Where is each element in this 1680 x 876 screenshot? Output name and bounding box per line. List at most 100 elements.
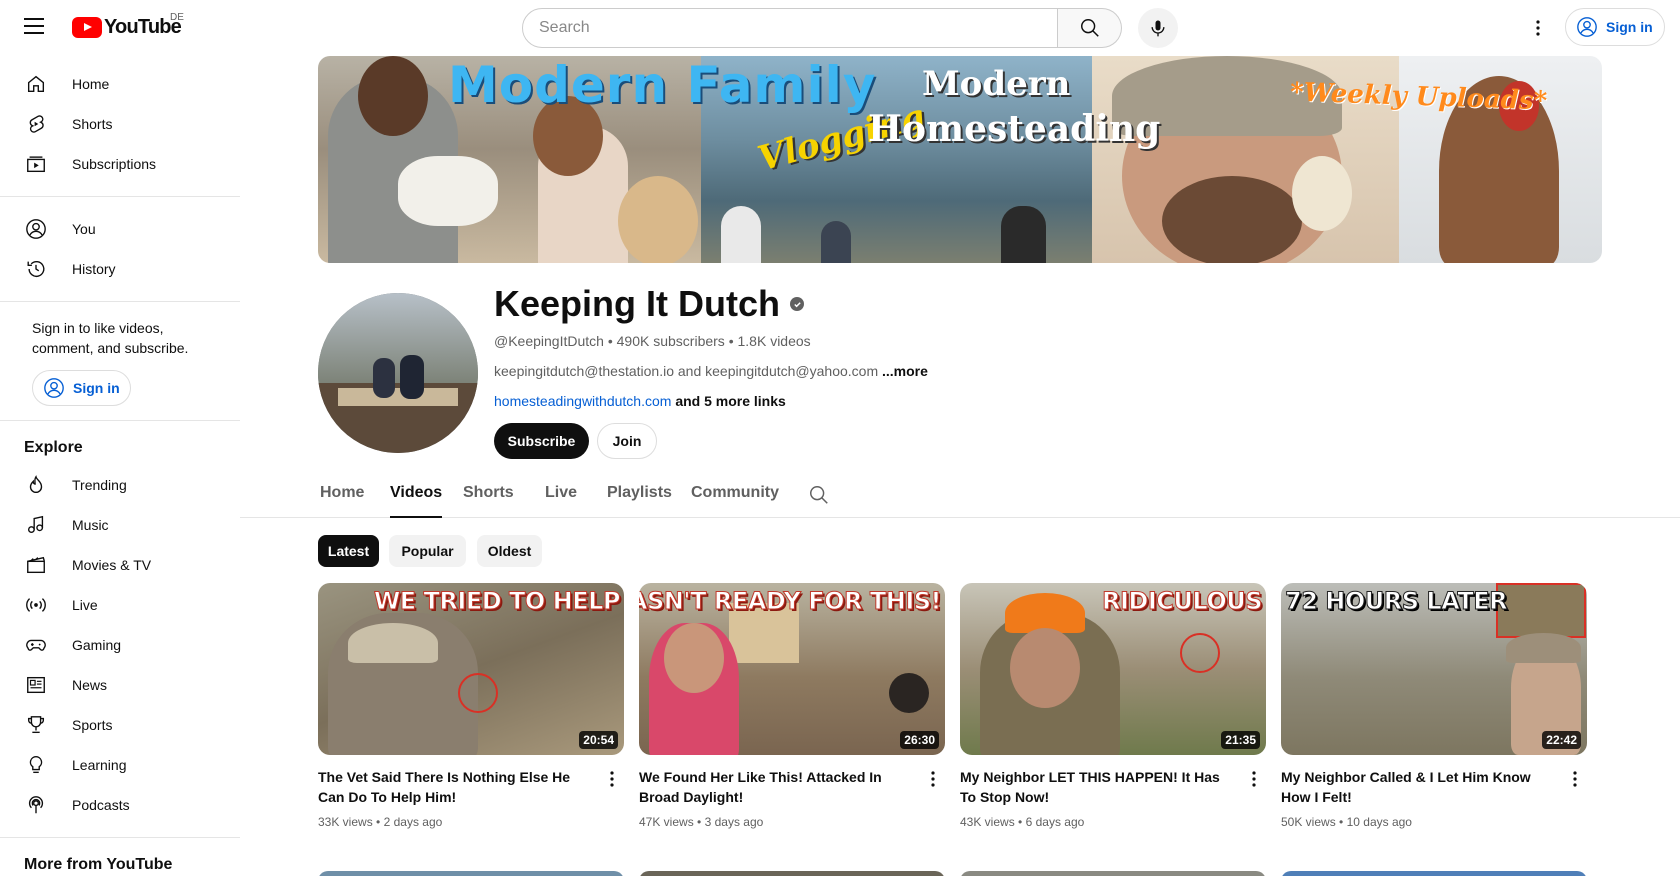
signin-button[interactable]: Sign in [1565, 8, 1665, 46]
chip-popular[interactable]: Popular [389, 535, 466, 567]
video-title[interactable]: The Vet Said There Is Nothing Else He Ca… [318, 767, 590, 807]
more-vert-icon [1573, 771, 1577, 787]
video-duration: 20:54 [579, 731, 618, 749]
home-icon [24, 72, 48, 96]
video-thumbnail-next-row[interactable] [1281, 871, 1587, 876]
subscriber-count: 490K subscribers [616, 333, 725, 349]
video-card: WE TRIED TO HELP 20:54 The Vet Said Ther… [318, 583, 624, 829]
sidebar-item-learning[interactable]: Learning [0, 745, 240, 785]
search-input[interactable] [539, 19, 1057, 37]
video-metadata: 50K views • 10 days ago [1281, 815, 1412, 829]
channel-handle: @KeepingItDutch [494, 333, 604, 349]
you-icon [24, 217, 48, 241]
sidebar-item-label: Sports [72, 717, 113, 733]
video-thumbnail[interactable]: WASN'T READY FOR THIS! 26:30 [639, 583, 945, 755]
video-thumbnail-next-row[interactable] [960, 871, 1266, 876]
sidebar-item-label: Subscriptions [72, 156, 157, 172]
channel-description[interactable]: keepingitdutch@thestation.io and keeping… [494, 363, 928, 379]
separator: • [1018, 815, 1026, 829]
gaming-icon [24, 633, 48, 657]
channel-meta: @KeepingItDutch • 490K subscribers • 1.8… [494, 333, 811, 349]
video-views: 43K views [960, 815, 1015, 829]
signin-label: Sign in [73, 380, 120, 396]
join-button[interactable]: Join [597, 423, 657, 459]
sidebar-item-label: Movies & TV [72, 557, 152, 573]
sidebar-item-gaming[interactable]: Gaming [0, 625, 240, 665]
sidebar-item-trending[interactable]: Trending [0, 465, 240, 505]
youtube-logo[interactable]: YouTube [72, 16, 182, 39]
sidebar-signin-button[interactable]: Sign in [32, 370, 131, 406]
video-duration: 21:35 [1221, 731, 1260, 749]
tab-playlists[interactable]: Playlists [607, 484, 672, 518]
sidebar-item-label: Live [72, 597, 98, 613]
tab-home[interactable]: Home [320, 484, 364, 518]
thumbnail-text: RIDICULOUS [1102, 587, 1263, 616]
channel-avatar[interactable] [318, 293, 478, 453]
channel-search-button[interactable] [808, 484, 830, 511]
channel-links: homesteadingwithdutch.com and 5 more lin… [494, 393, 786, 409]
video-menu-button[interactable] [1245, 769, 1263, 789]
channel-tabs: Home Videos Shorts Live Playlists Commun… [240, 470, 1680, 518]
masthead: YouTube DE Sign in [0, 0, 1680, 56]
video-title[interactable]: We Found Her Like This! Attacked In Broa… [639, 767, 911, 807]
channel-title: Keeping It Dutch [494, 283, 780, 324]
account-icon [44, 378, 64, 398]
sidebar-item-label: Home [72, 76, 110, 92]
account-icon [1577, 17, 1597, 37]
voice-search-button[interactable] [1138, 8, 1178, 48]
sidebar-item-you[interactable]: You [0, 209, 240, 249]
signin-label: Sign in [1606, 19, 1653, 35]
video-views: 33K views [318, 815, 373, 829]
video-thumbnail[interactable]: RIDICULOUS 21:35 [960, 583, 1266, 755]
sidebar-item-subscriptions[interactable]: Subscriptions [0, 144, 240, 184]
tab-community[interactable]: Community [691, 484, 779, 518]
sidebar-item-podcasts[interactable]: Podcasts [0, 785, 240, 825]
sidebar-item-label: Podcasts [72, 797, 130, 813]
description-text: keepingitdutch@thestation.io and keeping… [494, 363, 879, 379]
learning-icon [24, 753, 48, 777]
sidebar-item-music[interactable]: Music [0, 505, 240, 545]
banner-text-modern: Modern [922, 64, 1071, 104]
sidebar-item-live[interactable]: Live [0, 585, 240, 625]
video-thumbnail-next-row[interactable] [318, 871, 624, 876]
chip-oldest[interactable]: Oldest [477, 535, 542, 567]
video-title[interactable]: My Neighbor LET THIS HAPPEN! It Has To S… [960, 767, 1232, 807]
history-icon [24, 257, 48, 281]
menu-icon[interactable] [24, 18, 44, 34]
tab-shorts[interactable]: Shorts [463, 484, 514, 518]
video-thumbnail-next-row[interactable] [639, 871, 945, 876]
sidebar-item-news[interactable]: News [0, 665, 240, 705]
tab-videos[interactable]: Videos [390, 484, 443, 518]
chip-latest[interactable]: Latest [318, 535, 379, 567]
tab-live[interactable]: Live [545, 484, 577, 518]
video-thumbnail[interactable]: WE TRIED TO HELP 20:54 [318, 583, 624, 755]
video-card: 72 HOURS LATER 22:42 My Neighbor Called … [1281, 583, 1587, 829]
divider [0, 301, 240, 302]
thumbnail-text: 72 HOURS LATER [1284, 587, 1508, 616]
video-title[interactable]: My Neighbor Called & I Let Him Know How … [1281, 767, 1553, 807]
sidebar-item-history[interactable]: History [0, 249, 240, 289]
sidebar-item-movies[interactable]: Movies & TV [0, 545, 240, 585]
thumbnail-text: WE TRIED TO HELP [373, 587, 621, 616]
sidebar-item-home[interactable]: Home [0, 64, 240, 104]
video-thumbnail[interactable]: 72 HOURS LATER 22:42 [1281, 583, 1587, 755]
description-more-link[interactable]: ...more [882, 363, 928, 379]
news-icon [24, 673, 48, 697]
sidebar-item-label: You [72, 221, 96, 237]
divider [0, 196, 240, 197]
more-links-link[interactable]: and 5 more links [675, 393, 785, 409]
channel-banner: Modern Family Vlogging Modern Homesteadi… [318, 56, 1602, 263]
podcasts-icon [24, 793, 48, 817]
sidebar-item-shorts[interactable]: Shorts [0, 104, 240, 144]
channel-website-link[interactable]: homesteadingwithdutch.com [494, 393, 671, 409]
signin-prompt: Sign in to like videos, comment, and sub… [32, 320, 189, 356]
video-menu-button[interactable] [924, 769, 942, 789]
settings-menu-button[interactable] [1526, 16, 1550, 40]
sidebar-item-sports[interactable]: Sports [0, 705, 240, 745]
video-menu-button[interactable] [1566, 769, 1584, 789]
subscribe-button[interactable]: Subscribe [494, 423, 589, 459]
sidebar-item-label: Music [72, 517, 109, 533]
search-button[interactable] [1058, 8, 1122, 48]
video-menu-button[interactable] [603, 769, 621, 789]
sidebar-item-label: Learning [72, 757, 127, 773]
